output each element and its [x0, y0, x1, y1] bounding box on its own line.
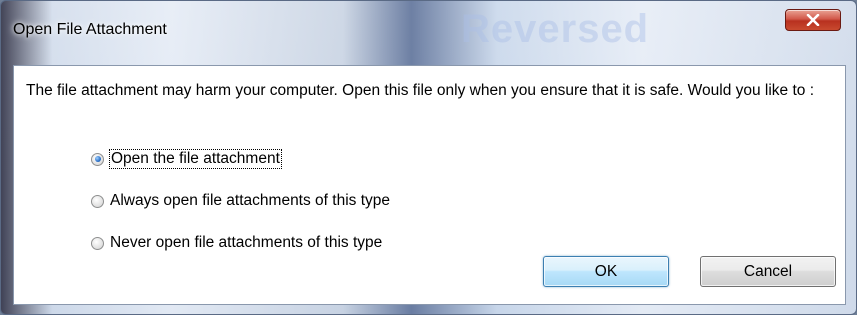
- title-bar[interactable]: Reversed Open File Attachment: [1, 1, 857, 65]
- radio-never-open[interactable]: [91, 236, 104, 250]
- option-always-open-label[interactable]: Always open file attachments of this typ…: [110, 192, 390, 210]
- ok-button[interactable]: OK: [543, 256, 669, 287]
- dialog-content: The file attachment may harm your comput…: [13, 65, 846, 305]
- option-open-attachment-label[interactable]: Open the file attachment: [109, 149, 282, 169]
- warning-message: The file attachment may harm your comput…: [26, 82, 815, 99]
- dialog-window: Reversed Open File Attachment The file a…: [0, 0, 857, 315]
- option-never-open-label[interactable]: Never open file attachments of this type: [110, 234, 382, 252]
- option-always-open[interactable]: Always open file attachments of this typ…: [91, 192, 390, 210]
- radio-open-attachment[interactable]: [91, 152, 104, 166]
- close-icon: [806, 14, 820, 26]
- background-watermark: Reversed: [461, 7, 650, 51]
- option-open-attachment[interactable]: Open the file attachment: [91, 149, 282, 169]
- close-button[interactable]: [785, 9, 841, 31]
- radio-always-open[interactable]: [91, 194, 104, 208]
- cancel-button[interactable]: Cancel: [700, 256, 836, 287]
- option-never-open[interactable]: Never open file attachments of this type: [91, 234, 382, 252]
- window-title: Open File Attachment: [13, 21, 167, 38]
